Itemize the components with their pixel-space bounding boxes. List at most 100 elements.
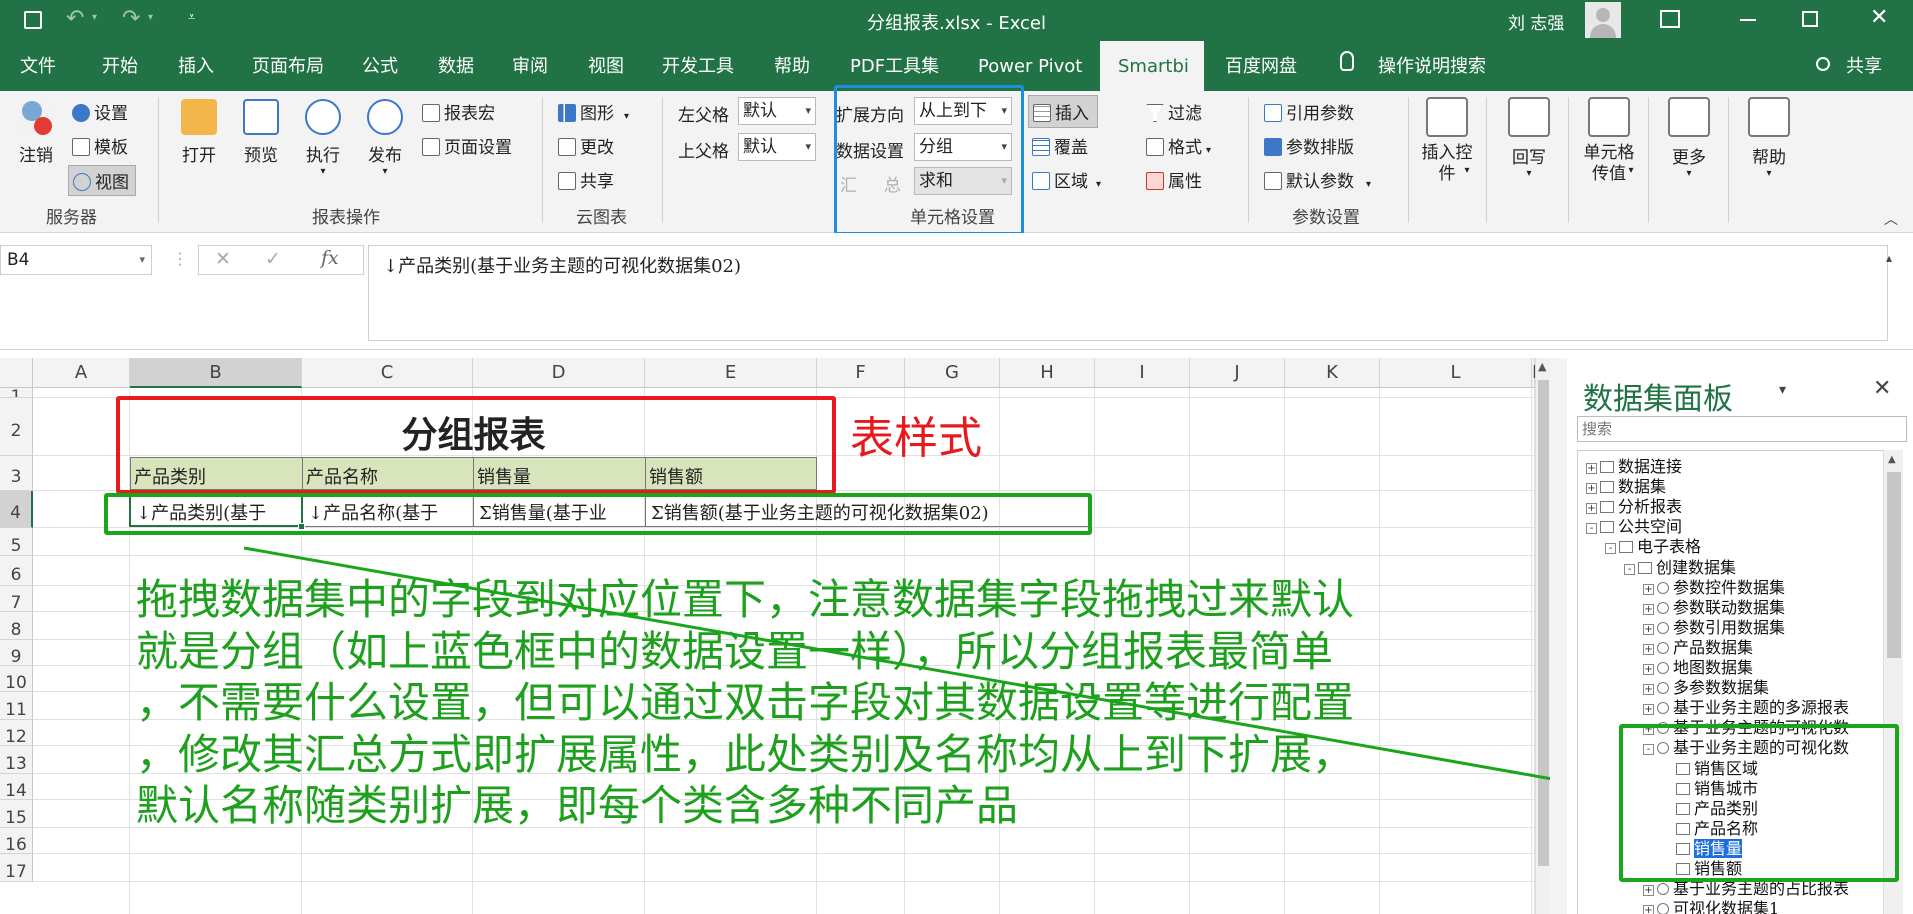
tab-help[interactable]: 帮助 — [774, 41, 810, 91]
default-params-button[interactable]: 默认参数 ▾ — [1264, 167, 1371, 192]
chart-button[interactable]: 图形 ▾ — [558, 99, 629, 124]
execute-button[interactable]: 执行 ▾ — [300, 99, 346, 177]
name-box[interactable]: B4 ▾ — [0, 245, 152, 275]
row-header-16[interactable]: 16 — [0, 828, 33, 854]
left-parent-select[interactable]: 默认 ▾ — [738, 97, 816, 125]
reference-params-button[interactable]: 引用参数 — [1264, 99, 1354, 124]
collapse-icon[interactable]: - — [1605, 543, 1616, 555]
report-macro-button[interactable]: 报表宏 — [422, 99, 495, 124]
cancel-icon[interactable]: ✕ — [215, 248, 231, 270]
param-layout-button[interactable]: 参数排版 — [1264, 133, 1354, 158]
scroll-up-icon[interactable]: ▲ — [1538, 360, 1546, 373]
row-header-1[interactable]: 1 — [0, 388, 33, 398]
tree-scroll-thumb[interactable] — [1887, 472, 1901, 658]
share-chart-button[interactable]: 共享 — [558, 167, 614, 192]
logout-button[interactable]: 注销 — [10, 99, 62, 166]
template-button[interactable]: 模板 — [72, 133, 128, 158]
ribbon-display-options-icon[interactable] — [1660, 10, 1680, 28]
tell-me-search[interactable]: 操作说明搜索 — [1378, 41, 1486, 91]
publish-button[interactable]: 发布 ▾ — [362, 99, 408, 177]
row-header-7[interactable]: 7 — [0, 586, 33, 612]
share-button[interactable]: 共享 — [1846, 41, 1882, 91]
row-header-14[interactable]: 14 — [0, 774, 33, 800]
page-setup-button[interactable]: 页面设置 — [422, 133, 512, 158]
tab-power-pivot[interactable]: Power Pivot — [978, 41, 1082, 91]
row-header-12[interactable]: 12 — [0, 720, 33, 746]
close-window-icon[interactable]: ✕ — [1870, 5, 1888, 30]
row-header-10[interactable]: 10 — [0, 666, 33, 692]
top-parent-select[interactable]: 默认 ▾ — [738, 133, 816, 161]
row-header-3[interactable]: 3 — [0, 456, 33, 491]
row-header-6[interactable]: 6 — [0, 556, 33, 586]
expand-icon[interactable]: + — [1643, 905, 1654, 914]
area-button[interactable]: 区域 ▾ — [1032, 167, 1101, 192]
tab-baidu-netdisk[interactable]: 百度网盘 — [1225, 41, 1297, 91]
tab-pdf-tools[interactable]: PDF工具集 — [850, 41, 939, 91]
column-header-l[interactable]: L — [1380, 358, 1532, 388]
column-header-f[interactable]: F — [817, 358, 905, 388]
tab-formulas[interactable]: 公式 — [362, 41, 398, 91]
avatar[interactable] — [1585, 2, 1621, 38]
tab-view[interactable]: 视图 — [588, 41, 624, 91]
scroll-up-icon[interactable]: ▲ — [1888, 454, 1896, 465]
restore-icon[interactable] — [1802, 11, 1818, 27]
row-header-11[interactable]: 11 — [0, 692, 33, 720]
filter-button[interactable]: 过滤 — [1146, 99, 1202, 124]
row-header-9[interactable]: 9 — [0, 640, 33, 666]
settings-button[interactable]: 设置 — [72, 99, 128, 124]
column-header-c[interactable]: C — [302, 358, 473, 388]
column-header-k[interactable]: K — [1285, 358, 1380, 388]
vertical-scrollbar[interactable]: ▲ — [1535, 358, 1550, 914]
share-person-icon[interactable] — [1816, 57, 1830, 71]
tab-smartbi[interactable]: Smartbi — [1100, 41, 1204, 91]
view-button[interactable]: 视图 — [68, 165, 136, 196]
row-header-4[interactable]: 4 — [0, 491, 33, 528]
tab-review[interactable]: 审阅 — [512, 41, 548, 91]
collapse-icon[interactable]: - — [1586, 523, 1597, 535]
close-panel-icon[interactable]: ✕ — [1873, 376, 1891, 401]
tab-insert[interactable]: 插入 — [178, 41, 214, 91]
insert-function-icon[interactable]: fx — [321, 247, 339, 269]
collapse-icon[interactable]: - — [1624, 563, 1635, 575]
row-header-17[interactable]: 17 — [0, 854, 33, 882]
open-button[interactable]: 打开 — [176, 99, 222, 166]
writeback-button[interactable]: 回写 ▾ — [1498, 97, 1560, 179]
column-header-a[interactable]: A — [33, 358, 130, 388]
help-button[interactable]: 帮助 ▾ — [1738, 97, 1800, 179]
column-header-h[interactable]: H — [1000, 358, 1095, 388]
panel-search-input[interactable] — [1577, 416, 1907, 442]
insert-mode-button[interactable]: 插入 — [1028, 95, 1098, 128]
column-header-i[interactable]: I — [1095, 358, 1190, 388]
column-header-j[interactable]: J — [1190, 358, 1285, 388]
column-header-b[interactable]: B — [130, 358, 302, 388]
insert-control-button[interactable]: 插入控件 ▾ — [1416, 97, 1478, 184]
row-header-13[interactable]: 13 — [0, 746, 33, 774]
scroll-thumb[interactable] — [1538, 380, 1549, 866]
column-header-g[interactable]: G — [905, 358, 1000, 388]
change-chart-button[interactable]: 更改 — [558, 133, 614, 158]
tree-item[interactable]: + 可视化数据集1 — [1643, 895, 1779, 914]
tab-home[interactable]: 开始 — [102, 41, 138, 91]
row-header-8[interactable]: 8 — [0, 612, 33, 640]
enter-icon[interactable]: ✓ — [265, 248, 281, 270]
tab-file[interactable]: 文件 — [20, 41, 56, 91]
panel-options-icon[interactable]: ▾ — [1779, 382, 1786, 398]
row-header-15[interactable]: 15 — [0, 800, 33, 828]
select-all-corner[interactable] — [0, 358, 33, 388]
formula-input[interactable]: ↓产品类别(基于业务主题的可视化数据集02) — [368, 245, 1888, 341]
collapse-formula-icon[interactable]: ▴ — [1886, 251, 1892, 265]
tab-data[interactable]: 数据 — [438, 41, 474, 91]
attribute-button[interactable]: 属性 — [1146, 167, 1202, 192]
tab-page-layout[interactable]: 页面布局 — [252, 41, 324, 91]
user-name[interactable]: 刘 志强 — [1508, 9, 1564, 34]
cell-value-button[interactable]: 单元格传值 ▾ — [1578, 97, 1640, 184]
more-button[interactable]: 更多 ▾ — [1658, 97, 1720, 179]
row-header-2[interactable]: 2 — [0, 398, 33, 456]
column-header-d[interactable]: D — [473, 358, 645, 388]
row-header-5[interactable]: 5 — [0, 528, 33, 556]
tab-developer[interactable]: 开发工具 — [662, 41, 734, 91]
minimize-icon[interactable] — [1740, 19, 1756, 21]
collapse-ribbon-icon[interactable]: ︿ — [1884, 209, 1898, 229]
cover-mode-button[interactable]: 覆盖 — [1032, 133, 1088, 158]
preview-button[interactable]: 预览 — [238, 99, 284, 166]
